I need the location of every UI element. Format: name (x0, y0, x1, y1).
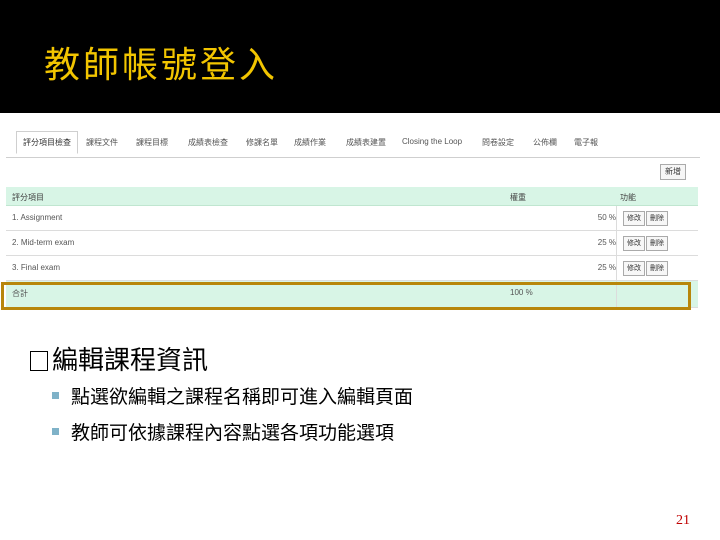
row-percent: 25 % (597, 263, 616, 272)
header-item: 評分項目 (12, 193, 44, 202)
header-function: 功能 (620, 193, 636, 202)
sub-bullet: 教師可依據課程內容點選各項功能選項 (52, 418, 394, 445)
row-item: 3. Final exam (12, 263, 61, 272)
sub-bullet-text: 教師可依據課程內容點選各項功能選項 (71, 422, 395, 444)
delete-button[interactable]: 刪除 (646, 236, 668, 251)
title-bar: 教師帳號登入 (0, 0, 720, 113)
column-divider (616, 231, 617, 255)
tab-bulletin[interactable]: 公佈欄 (533, 137, 557, 148)
table-row: 3. Final exam 25 % 修改 刪除 (6, 256, 698, 281)
add-button[interactable]: 新增 (660, 164, 686, 180)
tab-course-goals[interactable]: 課程目標 (136, 137, 168, 148)
sub-bullet-text: 點選欲編輯之課程名稱即可進入編輯頁面 (71, 386, 414, 408)
page-number: 21 (676, 513, 690, 528)
tab-bar: 評分項目檢查 課程文件 課程目標 成績表檢查 修課名單 成績作業 成績表建置 C… (6, 127, 700, 158)
header-weight: 權重 (510, 193, 526, 202)
row-item: 2. Mid-term exam (12, 238, 75, 247)
delete-button[interactable]: 刪除 (646, 211, 668, 226)
checkbox-bullet-icon (30, 351, 48, 371)
tab-grade-work[interactable]: 成績作業 (294, 137, 326, 148)
slide-title: 教師帳號登入 (44, 45, 279, 86)
tab-grading-items[interactable]: 評分項目檢查 (16, 131, 78, 154)
sub-bullet: 點選欲編輯之課程名稱即可進入編輯頁面 (52, 382, 413, 409)
row-item: 1. Assignment (12, 213, 63, 222)
row-percent: 25 % (597, 238, 616, 247)
column-divider (616, 206, 617, 230)
edit-button[interactable]: 修改 (623, 236, 645, 251)
square-bullet-icon (52, 392, 59, 399)
main-bullet-text: 編輯課程資訊 (52, 346, 209, 376)
main-bullet: 編輯課程資訊 (30, 340, 208, 377)
row-percent: 50 % (597, 213, 616, 222)
tab-newsletter[interactable]: 電子報 (574, 137, 598, 148)
edit-button[interactable]: 修改 (623, 261, 645, 276)
delete-button[interactable]: 刪除 (646, 261, 668, 276)
table-row: 2. Mid-term exam 25 % 修改 刪除 (6, 231, 698, 256)
total-row-highlight-box (1, 282, 691, 310)
edit-button[interactable]: 修改 (623, 211, 645, 226)
column-divider (616, 256, 617, 280)
tab-closing-loop[interactable]: Closing the Loop (402, 137, 462, 146)
table-header-row: 評分項目 權重 功能 (6, 187, 698, 206)
tab-course-docs[interactable]: 課程文件 (86, 137, 118, 148)
tab-grade-setup[interactable]: 成績表建置 (346, 137, 386, 148)
tab-grade-check[interactable]: 成績表檢查 (188, 137, 228, 148)
tab-survey[interactable]: 問卷設定 (482, 137, 514, 148)
square-bullet-icon (52, 428, 59, 435)
table-row: 1. Assignment 50 % 修改 刪除 (6, 206, 698, 231)
tab-roster[interactable]: 修課名單 (246, 137, 278, 148)
